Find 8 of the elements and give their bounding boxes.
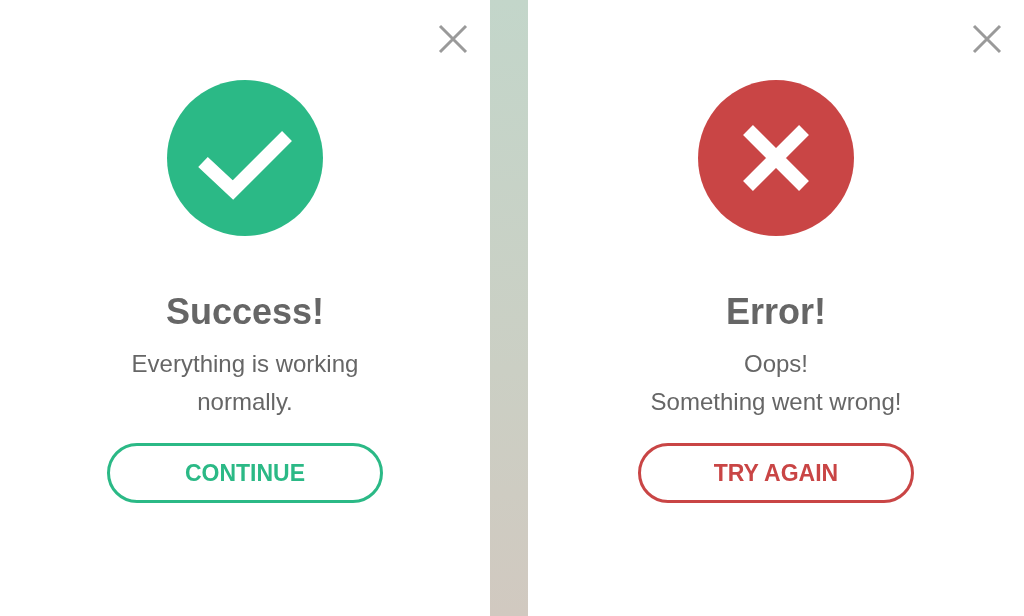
dialog-message: Everything is working normally. — [131, 349, 359, 418]
dialog-message: Oops! Something went wrong! — [650, 349, 902, 418]
close-icon[interactable] — [972, 24, 1002, 54]
dialog-title: Success! — [165, 290, 325, 334]
continue-button[interactable]: CONTINUE — [107, 443, 383, 504]
close-icon[interactable] — [438, 24, 468, 54]
dialog-title: Error! — [726, 290, 826, 334]
retry-button[interactable]: TRY AGAIN — [638, 443, 914, 504]
